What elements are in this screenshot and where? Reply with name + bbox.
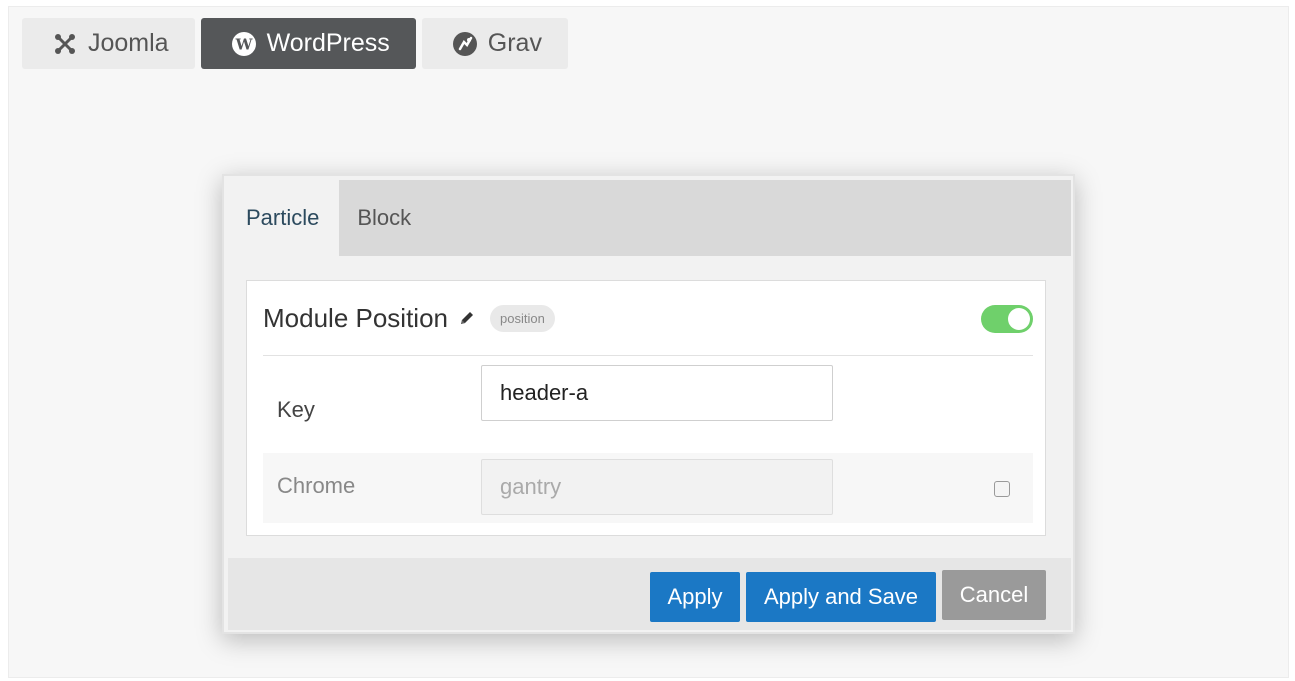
cancel-button[interactable]: Cancel bbox=[942, 570, 1046, 620]
enabled-toggle[interactable] bbox=[981, 305, 1033, 333]
key-input[interactable]: header-a bbox=[481, 365, 833, 421]
key-label: Key bbox=[277, 397, 315, 422]
tab-wordpress[interactable]: W WordPress bbox=[200, 18, 416, 69]
position-badge: position bbox=[490, 304, 555, 332]
panel-title: Module Position bbox=[263, 302, 448, 333]
apply-button[interactable]: Apply bbox=[650, 572, 740, 622]
panel-header: Module Position position bbox=[263, 281, 1033, 356]
svg-text:W: W bbox=[234, 35, 253, 53]
key-row: Key header-a bbox=[263, 365, 1033, 453]
tab-joomla-label: Joomla bbox=[88, 29, 169, 57]
tab-wordpress-label: WordPress bbox=[266, 29, 390, 57]
apply-and-save-button[interactable]: Apply and Save bbox=[746, 572, 936, 622]
particle-panel: Module Position position Key header-a Ch… bbox=[246, 280, 1046, 536]
chrome-label: Chrome bbox=[277, 473, 356, 498]
modal-tabs: Particle Block bbox=[228, 180, 1071, 256]
tab-joomla[interactable]: Joomla bbox=[22, 18, 195, 69]
toggle-knob bbox=[1008, 308, 1030, 330]
grav-icon bbox=[452, 31, 478, 57]
tab-particle[interactable]: Particle bbox=[228, 180, 340, 256]
tab-block[interactable]: Block bbox=[339, 180, 431, 256]
platform-tabs: Joomla W WordPress Grav bbox=[22, 18, 568, 69]
chrome-input[interactable]: gantry bbox=[481, 459, 833, 515]
chrome-override-checkbox[interactable] bbox=[994, 481, 1010, 497]
tab-grav-label: Grav bbox=[487, 29, 542, 57]
joomla-icon bbox=[52, 31, 78, 57]
modal-footer: Apply Apply and Save Cancel bbox=[228, 558, 1071, 630]
wordpress-icon: W bbox=[231, 31, 257, 57]
chrome-row: Chrome gantry bbox=[263, 453, 1033, 523]
tab-grav[interactable]: Grav bbox=[421, 18, 568, 69]
settings-modal: Particle Block Module Position position … bbox=[222, 174, 1075, 634]
pencil-icon[interactable] bbox=[458, 309, 476, 327]
